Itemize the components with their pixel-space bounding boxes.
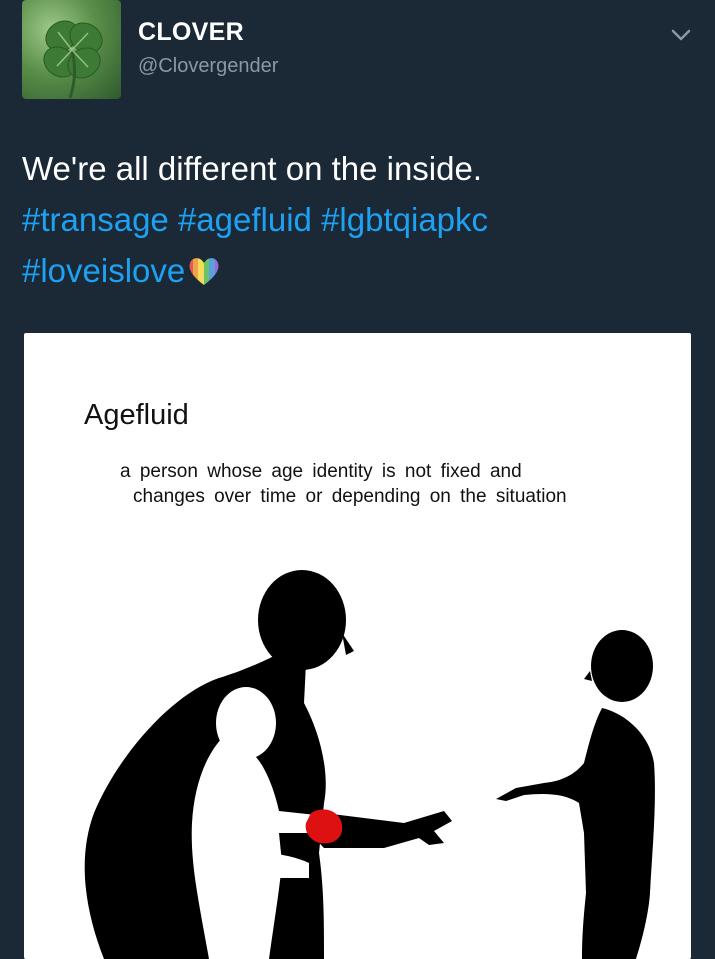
avatar[interactable] — [22, 0, 121, 99]
silhouette-illustration — [84, 570, 655, 959]
clover-icon — [43, 20, 103, 99]
hashtag-link[interactable]: #loveislove — [22, 252, 185, 289]
media-card[interactable]: Agefluid a person whose age identity is … — [24, 333, 691, 959]
rainbow-heart-icon — [189, 258, 219, 285]
user-handle[interactable]: @Clovergender — [138, 55, 278, 78]
display-name[interactable]: CLOVER — [138, 18, 244, 47]
hashtag-link[interactable]: #transage — [22, 201, 169, 238]
tweet-text: We're all different on the inside. #tran… — [22, 143, 692, 296]
tweet-body: We're all different on the inside. — [22, 150, 483, 187]
heart-mark — [305, 809, 343, 844]
hashtag-link[interactable]: #lgbtqiapkc — [321, 201, 488, 238]
hashtag-link[interactable]: #agefluid — [178, 201, 312, 238]
child-silhouette — [496, 630, 655, 959]
chevron-down-icon[interactable] — [668, 22, 694, 48]
